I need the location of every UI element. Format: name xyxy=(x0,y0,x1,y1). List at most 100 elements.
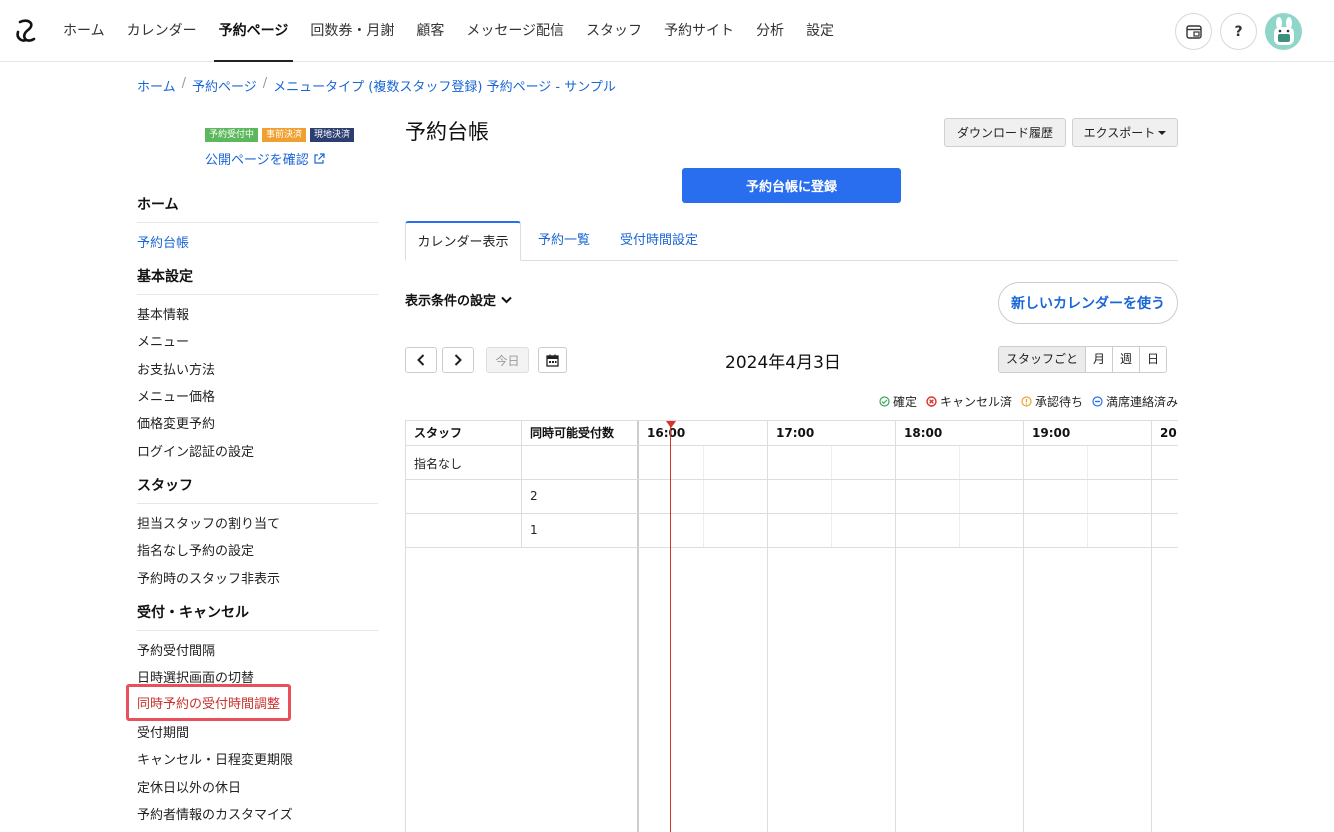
view-day-button[interactable]: 日 xyxy=(1139,347,1167,372)
header-hour-2000: 20:00 xyxy=(1160,426,1178,440)
chevron-left-icon xyxy=(417,354,425,366)
view-tabs: カレンダー表示 予約一覧 受付時間設定 xyxy=(405,221,1178,261)
grid-line xyxy=(406,479,1178,480)
register-ledger-button[interactable]: 予約台帳に登録 xyxy=(682,168,901,203)
legend-pending: 承認待ち xyxy=(1021,393,1083,410)
main-nav: ホーム カレンダー 予約ページ 回数券・月謝 顧客 メッセージ配信 スタッフ 予… xyxy=(52,0,845,62)
download-history-button[interactable]: ダウンロード履歴 xyxy=(944,118,1066,147)
current-time-line xyxy=(670,421,671,832)
grid-line xyxy=(895,421,896,832)
grid-line xyxy=(1023,421,1024,832)
sidebar-item-hide-staff[interactable]: 予約時のスタッフ非表示 xyxy=(137,568,280,587)
header-hour-1600: 16:00 xyxy=(647,426,686,440)
status-legend: 確定 キャンセル済 承認待ち 満席連絡済み xyxy=(879,393,1178,410)
sidebar-item-customer-info[interactable]: 予約者情報のカスタマイズ xyxy=(137,804,293,823)
window-icon xyxy=(1185,24,1202,39)
sidebar-item-ledger[interactable]: 予約台帳 xyxy=(137,232,189,251)
view-week-button[interactable]: 週 xyxy=(1112,347,1140,372)
sidebar-item-staff-assign[interactable]: 担当スタッフの割り当て xyxy=(137,513,280,532)
view-switcher: スタッフごと 月 週 日 xyxy=(998,346,1168,373)
breadcrumb-separator: / xyxy=(262,76,268,91)
sidebar-item-basic-info[interactable]: 基本情報 xyxy=(137,304,189,323)
sidebar-item-menu-price[interactable]: メニュー価格 xyxy=(137,386,215,405)
view-month-button[interactable]: 月 xyxy=(1085,347,1113,372)
sidebar-item-menu[interactable]: メニュー xyxy=(137,331,189,350)
external-link-icon xyxy=(314,153,325,164)
display-filter-toggle[interactable]: 表示条件の設定 xyxy=(405,290,512,309)
row-capacity: 2 xyxy=(530,489,538,503)
check-circle-icon xyxy=(879,396,890,407)
display-filter-label: 表示条件の設定 xyxy=(405,294,497,309)
legend-pending-label: 承認待ち xyxy=(1034,395,1083,409)
sidebar-item-cancel-deadline[interactable]: キャンセル・日程変更期限 xyxy=(137,749,293,768)
header-staff: スタッフ xyxy=(414,426,463,440)
nav-item-home[interactable]: ホーム xyxy=(52,0,116,62)
top-icons: ? xyxy=(1175,13,1302,50)
tab-reception-hours[interactable]: 受付時間設定 xyxy=(620,221,698,261)
nav-item-booking-site[interactable]: 予約サイト xyxy=(653,0,745,62)
row-staff-unassigned[interactable]: 指名なし xyxy=(406,455,462,472)
chevron-down-icon xyxy=(501,296,512,303)
legend-full-notified-label: 満席連絡済み xyxy=(1105,395,1178,409)
sidebar-item-login-auth[interactable]: ログイン認証の設定 xyxy=(137,441,254,460)
grid-line xyxy=(406,445,1178,446)
legend-full-notified: 満席連絡済み xyxy=(1092,393,1178,410)
breadcrumb-booking-page[interactable]: 予約ページ xyxy=(192,76,257,95)
page-title: 予約台帳 xyxy=(405,120,489,144)
breadcrumb-home[interactable]: ホーム xyxy=(137,76,176,95)
alert-circle-icon xyxy=(1021,396,1032,407)
user-avatar[interactable] xyxy=(1265,13,1302,50)
minus-circle-icon xyxy=(1092,396,1103,407)
next-day-button[interactable] xyxy=(442,347,474,373)
nav-item-staff[interactable]: スタッフ xyxy=(575,0,653,62)
header-hour-1900: 19:00 xyxy=(1032,426,1071,440)
prev-day-button[interactable] xyxy=(405,347,437,373)
nav-item-booking-page[interactable]: 予約ページ xyxy=(208,0,300,62)
date-picker-button[interactable] xyxy=(538,347,567,373)
caret-down-icon xyxy=(1158,130,1167,135)
public-page-link[interactable]: 公開ページを確認 xyxy=(205,149,325,168)
app-logo-icon[interactable] xyxy=(14,18,38,44)
today-button[interactable]: 今日 xyxy=(486,347,529,373)
nav-item-settings[interactable]: 設定 xyxy=(795,0,845,62)
sidebar-item-reception-period[interactable]: 受付期間 xyxy=(137,722,189,741)
sidebar-section-home: ホーム xyxy=(137,194,378,223)
header-hour-1700: 17:00 xyxy=(776,426,815,440)
export-dropdown-button[interactable]: エクスポート xyxy=(1072,118,1178,147)
sidebar-section-basic: 基本設定 xyxy=(137,266,378,295)
breadcrumb-current[interactable]: メニュータイプ (複数スタッフ登録) 予約ページ - サンプル xyxy=(273,76,616,95)
legend-confirmed-label: 確定 xyxy=(892,395,917,409)
staff-timeline: スタッフ 同時可能受付数 16:00 17:00 18:00 19:00 20:… xyxy=(405,420,1178,832)
status-badge-accepting: 予約受付中 xyxy=(205,128,259,142)
grid-line xyxy=(406,513,1178,514)
new-calendar-button[interactable]: 新しいカレンダーを使う xyxy=(998,282,1178,324)
export-label: エクスポート xyxy=(1083,126,1156,140)
sidebar-item-interval[interactable]: 予約受付間隔 xyxy=(137,640,215,659)
grid-line xyxy=(703,445,704,547)
nav-item-customers[interactable]: 顧客 xyxy=(405,0,455,62)
legend-confirmed: 確定 xyxy=(879,393,917,410)
view-by-staff-button[interactable]: スタッフごと xyxy=(999,347,1086,372)
sidebar-item-payment[interactable]: お支払い方法 xyxy=(137,359,215,378)
sidebar-item-concurrent-time[interactable]: 同時予約の受付時間調整 xyxy=(126,684,292,721)
nav-item-analytics[interactable]: 分析 xyxy=(745,0,795,62)
nav-item-messages[interactable]: メッセージ配信 xyxy=(455,0,575,62)
grid-line xyxy=(959,445,960,547)
grid-line xyxy=(406,547,1178,548)
notifications-button[interactable] xyxy=(1175,13,1212,50)
header-hour-1800: 18:00 xyxy=(904,426,943,440)
grid-line xyxy=(637,421,639,832)
grid-line xyxy=(1087,445,1088,547)
tab-booking-list[interactable]: 予約一覧 xyxy=(538,221,590,261)
nav-item-tickets[interactable]: 回数券・月謝 xyxy=(299,0,405,62)
sidebar-item-holidays[interactable]: 定休日以外の休日 xyxy=(137,777,241,796)
x-circle-icon xyxy=(926,396,937,407)
sidebar-item-price-change[interactable]: 価格変更予約 xyxy=(137,413,215,432)
tab-calendar-view[interactable]: カレンダー表示 xyxy=(405,221,521,261)
bunny-avatar-icon xyxy=(1273,16,1294,45)
help-button[interactable]: ? xyxy=(1220,13,1257,50)
sidebar-item-unassigned-booking[interactable]: 指名なし予約の設定 xyxy=(137,540,254,559)
status-badge-prepaid: 事前決済 xyxy=(262,128,307,142)
calendar-icon xyxy=(546,354,559,367)
nav-item-calendar[interactable]: カレンダー xyxy=(116,0,208,62)
